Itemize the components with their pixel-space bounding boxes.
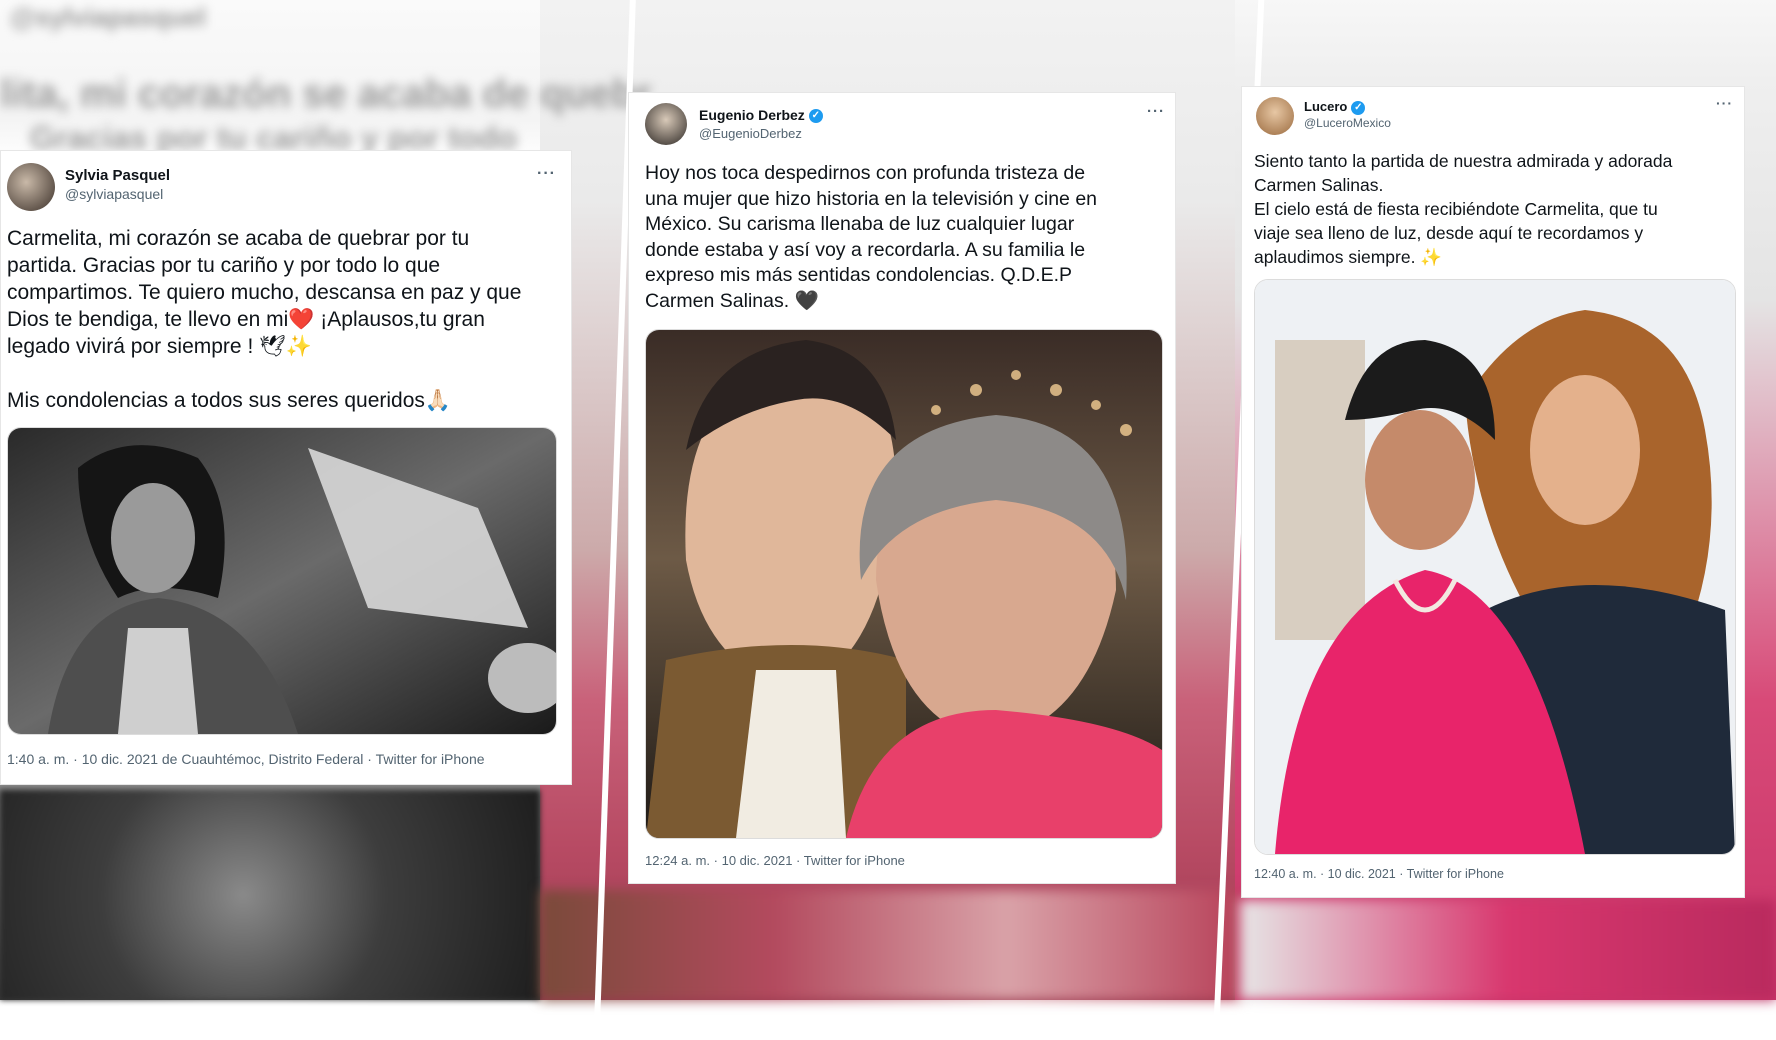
tweet-text: Siento tanto la partida de nuestra admir… [1254, 151, 1673, 267]
more-options-icon[interactable]: ··· [537, 165, 556, 183]
more-options-icon[interactable]: ··· [1716, 95, 1733, 111]
author-name-text[interactable]: Lucero [1304, 99, 1347, 114]
more-options-icon[interactable]: ··· [1147, 103, 1165, 120]
blurred-photo-right [1240, 900, 1776, 1000]
tweet-photo[interactable] [7, 427, 557, 735]
author-name-text[interactable]: Eugenio Derbez [699, 107, 805, 123]
tweet-text: Carmelita, mi corazón se acaba de quebra… [7, 227, 522, 412]
tweet-timestamp[interactable]: 12:40 a. m. · 10 dic. 2021 · Twitter for… [1254, 867, 1504, 881]
tweet-timestamp[interactable]: 1:40 a. m. · 10 dic. 2021 de Cuauhtémoc,… [7, 751, 485, 767]
tweet-card-sylvia[interactable]: Sylvia Pasquel @sylviapasquel ··· Carmel… [0, 150, 572, 785]
author-handle[interactable]: @EugenioDerbez [699, 126, 802, 141]
tweet-photo[interactable] [645, 329, 1163, 839]
photo-illustration [646, 330, 1162, 838]
author-handle[interactable]: @LuceroMexico [1304, 116, 1391, 130]
tweet-card-eugenio[interactable]: Eugenio Derbez ✓ @EugenioDerbez ··· Hoy n… [628, 92, 1176, 884]
photo-illustration [8, 428, 556, 734]
photo-illustration [1255, 280, 1735, 854]
verified-badge-icon: ✓ [808, 109, 823, 124]
tweet-timestamp[interactable]: 12:24 a. m. · 10 dic. 2021 · Twitter for… [645, 853, 905, 868]
avatar[interactable] [7, 163, 55, 211]
author-name[interactable]: Lucero ✓ [1304, 99, 1366, 115]
author-name[interactable]: Eugenio Derbez ✓ [699, 107, 823, 124]
avatar[interactable] [645, 103, 687, 145]
tweet-text: Hoy nos toca despedirnos con profunda tr… [645, 162, 1098, 312]
author-name[interactable]: Sylvia Pasquel [65, 167, 170, 184]
verified-badge-icon: ✓ [1351, 100, 1366, 115]
author-handle[interactable]: @sylviapasquel [65, 186, 163, 202]
avatar[interactable] [1256, 97, 1294, 135]
tweet-card-lucero[interactable]: Lucero ✓ @LuceroMexico ··· Siento tanto l… [1241, 86, 1745, 898]
tweet-photo[interactable] [1254, 279, 1736, 855]
blurred-photo-left [0, 790, 540, 1000]
blurred-text-line: lita, mi corazón se acaba de quebr [0, 72, 652, 116]
blurred-handle: @sylviapasquel [10, 2, 206, 32]
blurred-photo-middle [540, 890, 1240, 1000]
